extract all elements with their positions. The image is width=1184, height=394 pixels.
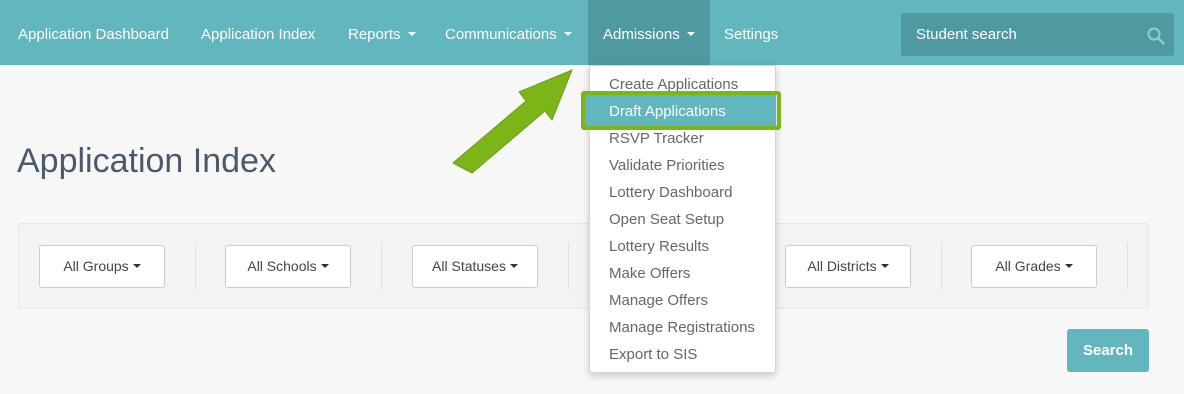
- filter-label: All Grades: [995, 258, 1061, 274]
- divider: [195, 243, 196, 289]
- nav-label: Communications: [445, 26, 557, 43]
- search-button[interactable]: Search: [1067, 329, 1149, 372]
- caret-down-icon: [407, 32, 416, 37]
- nav-settings[interactable]: Settings: [724, 0, 778, 65]
- filter-label: All Groups: [63, 258, 129, 274]
- caret-down-icon: [1064, 264, 1073, 269]
- filter-groups-dropdown[interactable]: All Groups: [39, 245, 165, 288]
- student-search-box: [901, 13, 1174, 56]
- menu-item-export-to-sis[interactable]: Export to SIS: [609, 346, 697, 363]
- filter-schools-dropdown[interactable]: All Schools: [225, 245, 351, 288]
- nav-label: Admissions: [603, 26, 680, 43]
- caret-down-icon: [563, 32, 572, 37]
- nav-label: Application Dashboard: [18, 26, 169, 43]
- nav-application-dashboard[interactable]: Application Dashboard: [18, 0, 169, 65]
- caret-down-icon: [132, 264, 141, 269]
- nav-reports[interactable]: Reports: [348, 0, 416, 65]
- divider: [381, 243, 382, 289]
- menu-item-make-offers[interactable]: Make Offers: [609, 265, 690, 282]
- divider: [941, 243, 942, 289]
- caret-down-icon: [880, 264, 889, 269]
- nav-communications[interactable]: Communications: [445, 0, 572, 65]
- filter-grades-dropdown[interactable]: All Grades: [971, 245, 1097, 288]
- filter-statuses-dropdown[interactable]: All Statuses: [412, 245, 538, 288]
- student-search-input[interactable]: [901, 13, 1141, 56]
- filter-label: All Schools: [247, 258, 317, 274]
- menu-item-manage-offers[interactable]: Manage Offers: [609, 292, 708, 309]
- menu-item-lottery-dashboard[interactable]: Lottery Dashboard: [609, 184, 732, 201]
- divider: [568, 243, 569, 289]
- caret-down-icon: [320, 264, 329, 269]
- search-icon[interactable]: [1147, 27, 1165, 45]
- caret-down-icon: [686, 32, 695, 37]
- filter-districts-dropdown[interactable]: All Districts: [785, 245, 911, 288]
- divider: [1127, 243, 1128, 289]
- page-title: Application Index: [17, 142, 276, 180]
- caret-down-icon: [509, 264, 518, 269]
- menu-item-validate-priorities[interactable]: Validate Priorities: [609, 157, 725, 174]
- menu-item-lottery-results[interactable]: Lottery Results: [609, 238, 709, 255]
- menu-item-open-seat-setup[interactable]: Open Seat Setup: [609, 211, 724, 228]
- nav-application-index[interactable]: Application Index: [201, 0, 315, 65]
- nav-label: Settings: [724, 26, 779, 43]
- menu-item-manage-registrations[interactable]: Manage Registrations: [609, 319, 755, 336]
- nav-label: Reports: [348, 26, 401, 43]
- nav-label: Application Index: [201, 26, 316, 43]
- filter-label: All Statuses: [432, 258, 506, 274]
- menu-item-rsvp-tracker[interactable]: RSVP Tracker: [609, 130, 704, 147]
- nav-admissions[interactable]: Admissions: [588, 0, 710, 65]
- menu-item-draft-applications[interactable]: Draft Applications: [609, 103, 726, 120]
- filter-label: All Districts: [807, 258, 877, 274]
